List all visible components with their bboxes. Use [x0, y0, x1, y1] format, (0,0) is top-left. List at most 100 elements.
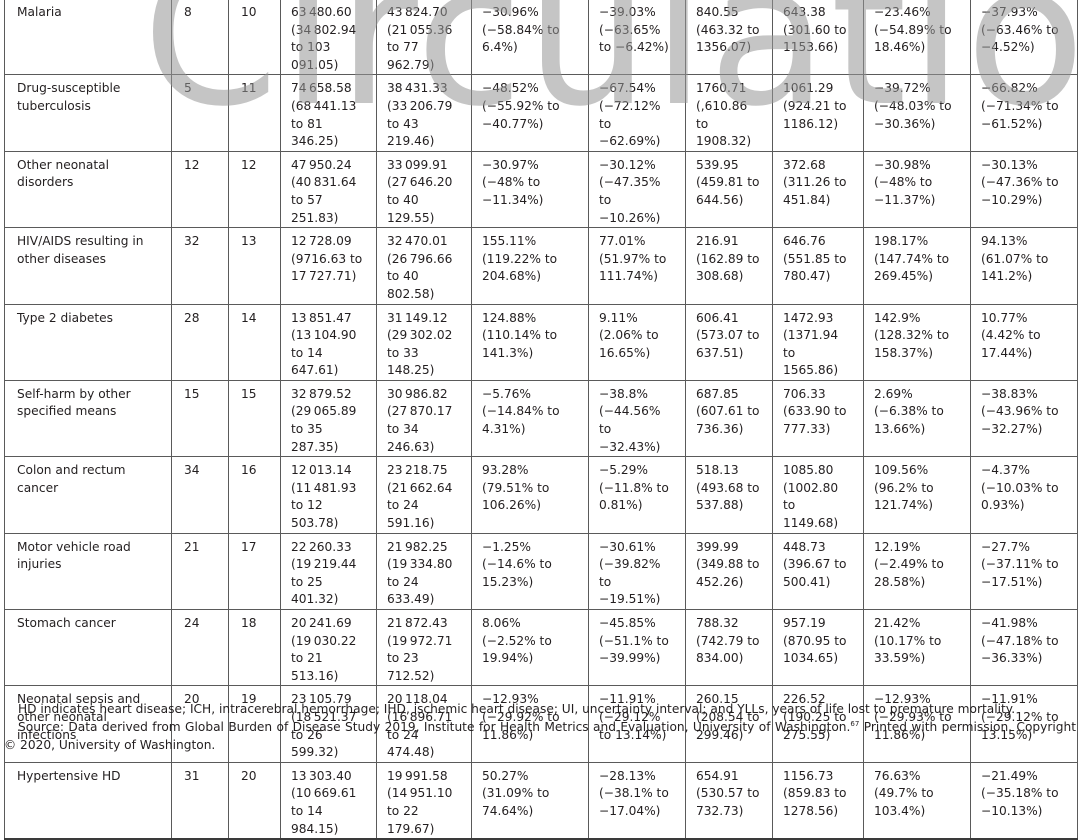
ylls-pct-change-cell: −5.76% (−14.84% to 4.31%)	[471, 379, 589, 458]
ylls-2019-cell: 30 986.82 (27 870.17 to 34 246.63)	[376, 379, 472, 458]
ylls-rate-2019-cell: 706.33 (633.90 to 777.33)	[772, 379, 864, 458]
age-std-pct-change-cell: 109.56% (96.2% to 121.74%)	[863, 456, 971, 534]
ylls-1990-cell: 63 480.60 (34 802.94 to 103 091.05)	[280, 0, 377, 76]
ylls-rate-pct-change-cell: 77.01% (51.97% to 111.74%)	[588, 227, 686, 305]
ylls-1990-cell: 22 260.33 (19 219.44 to 25 401.32)	[280, 532, 377, 611]
rank-1990-cell: 12	[171, 150, 229, 229]
rank-2019-cell: 11	[228, 74, 281, 152]
ylls-rate-1990-cell: 687.85 (607.61 to 736.36)	[685, 379, 773, 458]
rank-2019-cell: 20	[228, 761, 281, 840]
cause-cell: Motor vehicle road injuries	[4, 532, 172, 611]
age-std-pct-change-cell: 76.63% (49.7% to 103.4%)	[863, 761, 971, 840]
ylls-1990-cell: 47 950.24 (40 831.64 to 57 251.83)	[280, 150, 377, 229]
table-row: Type 2 diabetes 28 14 13 851.47 (13 104.90 …	[4, 303, 1078, 381]
ylls-1990-cell: 74 658.58 (68 441.13 to 81 346.25)	[280, 74, 377, 152]
ylls-1990-cell: 20 241.69 (19 030.22 to 21 513.16)	[280, 608, 377, 687]
rank-2019-cell: 14	[228, 303, 281, 381]
ylls-2019-cell: 38 431.33 (33 206.79 to 43 219.46)	[376, 74, 472, 152]
rank-1990-cell: 24	[171, 608, 229, 687]
ylls-2019-cell: 43 824.70 (21 055.36 to 77 962.79)	[376, 0, 472, 76]
rank-2019-cell: 10	[228, 0, 281, 76]
ylls-rate-1990-cell: 788.32 (742.79 to 834.00)	[685, 608, 773, 687]
table-footnotes: HD indicates heart disease; ICH, intrace…	[4, 700, 1076, 754]
ylls-rate-2019-cell: 1061.29 (924.21 to 1186.12)	[772, 74, 864, 152]
ylls-1990-cell: 32 879.52 (29 065.89 to 35 287.35)	[280, 379, 377, 458]
ylls-rate-1990-cell: 606.41 (573.07 to 637.51)	[685, 303, 773, 381]
ylls-pct-change-cell: 93.28% (79.51% to 106.26%)	[471, 456, 589, 534]
source-text: Source: Data derived from Global Burden …	[18, 720, 851, 734]
ylls-rate-pct-change-cell: 9.11% (2.06% to 16.65%)	[588, 303, 686, 381]
ylls-1990-cell: 13 851.47 (13 104.90 to 14 647.61)	[280, 303, 377, 381]
table-row: Drug-susceptible tuberculosis 5 11 74 658.5…	[4, 74, 1078, 152]
rank-1990-cell: 31	[171, 761, 229, 840]
ylls-1990-cell: 12 013.14 (11 481.93 to 12 503.78)	[280, 456, 377, 534]
age-std-rate-pct-change-cell: −27.7% (−37.11% to −17.51%)	[970, 532, 1078, 611]
rank-2019-cell: 12	[228, 150, 281, 229]
ylls-pct-change-cell: 155.11% (119.22% to 204.68%)	[471, 227, 589, 305]
age-std-rate-pct-change-cell: −37.93% (−63.46% to −4.52%)	[970, 0, 1078, 76]
ylls-pct-change-cell: −30.96% (−58.84% to 6.4%)	[471, 0, 589, 76]
rank-1990-cell: 15	[171, 379, 229, 458]
table-row: Colon and rectum cancer 34 16 12 013.14 (11…	[4, 456, 1078, 534]
ylls-2019-cell: 21 872.43 (19 972.71 to 23 712.52)	[376, 608, 472, 687]
table-row: Malaria 8 10 63 480.60 (34 802.94 to 103 09…	[4, 0, 1078, 76]
age-std-pct-change-cell: 198.17% (147.74% to 269.45%)	[863, 227, 971, 305]
ylls-rate-pct-change-cell: −30.61% (−39.82% to −19.51%)	[588, 532, 686, 611]
ylls-2019-cell: 23 218.75 (21 662.64 to 24 591.16)	[376, 456, 472, 534]
ylls-rate-pct-change-cell: −45.85% (−51.1% to −39.99%)	[588, 608, 686, 687]
age-std-rate-pct-change-cell: −41.98% (−47.18% to −36.33%)	[970, 608, 1078, 687]
ylls-pct-change-cell: −48.52% (−55.92% to −40.77%)	[471, 74, 589, 152]
cause-cell: Hypertensive HD	[4, 761, 172, 840]
table-row: Hypertensive HD 31 20 13 303.40 (10 669.61 …	[4, 761, 1078, 840]
age-std-rate-pct-change-cell: −30.13% (−47.36% to −10.29%)	[970, 150, 1078, 229]
age-std-pct-change-cell: −23.46% (−54.89% to 18.46%)	[863, 0, 971, 76]
age-std-rate-pct-change-cell: 10.77% (4.42% to 17.44%)	[970, 303, 1078, 381]
rank-2019-cell: 17	[228, 532, 281, 611]
ylls-rate-1990-cell: 216.91 (162.89 to 308.68)	[685, 227, 773, 305]
rank-2019-cell: 16	[228, 456, 281, 534]
cause-cell: Type 2 diabetes	[4, 303, 172, 381]
reference-superscript: 67	[850, 720, 860, 728]
age-std-pct-change-cell: −39.72% (−48.03% to −30.36%)	[863, 74, 971, 152]
rank-1990-cell: 28	[171, 303, 229, 381]
ylls-rate-1990-cell: 518.13 (493.68 to 537.88)	[685, 456, 773, 534]
age-std-pct-change-cell: 12.19% (−2.49% to 28.58%)	[863, 532, 971, 611]
ylls-rate-2019-cell: 1156.73 (859.83 to 1278.56)	[772, 761, 864, 840]
cause-cell: HIV/AIDS resulting in other diseases	[4, 227, 172, 305]
age-std-pct-change-cell: 142.9% (128.32% to 158.37%)	[863, 303, 971, 381]
ylls-rate-pct-change-cell: −38.8% (−44.56% to −32.43%)	[588, 379, 686, 458]
cause-cell: Stomach cancer	[4, 608, 172, 687]
ylls-rate-1990-cell: 654.91 (530.57 to 732.73)	[685, 761, 773, 840]
age-std-pct-change-cell: −30.98% (−48% to −11.37%)	[863, 150, 971, 229]
ylls-2019-cell: 32 470.01 (26 796.66 to 40 802.58)	[376, 227, 472, 305]
ylls-rate-2019-cell: 1085.80 (1002.80 to 1149.68)	[772, 456, 864, 534]
cause-cell: Malaria	[4, 0, 172, 76]
ylls-rate-1990-cell: 539.95 (459.81 to 644.56)	[685, 150, 773, 229]
age-std-rate-pct-change-cell: −21.49% (−35.18% to −10.13%)	[970, 761, 1078, 840]
table-row: HIV/AIDS resulting in other diseases 32 13…	[4, 227, 1078, 305]
ylls-rate-pct-change-cell: −5.29% (−11.8% to 0.81%)	[588, 456, 686, 534]
ylls-pct-change-cell: −30.97% (−48% to −11.34%)	[471, 150, 589, 229]
ylls-rate-pct-change-cell: −28.13% (−38.1% to −17.04%)	[588, 761, 686, 840]
ylls-rate-2019-cell: 643.38 (301.60 to 1153.66)	[772, 0, 864, 76]
ylls-rate-2019-cell: 646.76 (551.85 to 780.47)	[772, 227, 864, 305]
age-std-pct-change-cell: 21.42% (10.17% to 33.59%)	[863, 608, 971, 687]
ylls-2019-cell: 21 982.25 (19 334.80 to 24 633.49)	[376, 532, 472, 611]
age-std-rate-pct-change-cell: 94.13% (61.07% to 141.2%)	[970, 227, 1078, 305]
ylls-rate-2019-cell: 957.19 (870.95 to 1034.65)	[772, 608, 864, 687]
rank-1990-cell: 34	[171, 456, 229, 534]
rank-2019-cell: 15	[228, 379, 281, 458]
ylls-2019-cell: 33 099.91 (27 646.20 to 40 129.55)	[376, 150, 472, 229]
table-row: Self-harm by other specified means 15 15 32…	[4, 379, 1078, 458]
table-row: Stomach cancer 24 18 20 241.69 (19 030.22 t…	[4, 608, 1078, 687]
cause-cell: Other neonatal disorders	[4, 150, 172, 229]
ylls-rate-2019-cell: 1472.93 (1371.94 to 1565.86)	[772, 303, 864, 381]
ylls-rate-1990-cell: 399.99 (349.88 to 452.26)	[685, 532, 773, 611]
source-note: Source: Data derived from Global Burden …	[4, 718, 1076, 754]
ylls-2019-cell: 31 149.12 (29 302.02 to 33 148.25)	[376, 303, 472, 381]
age-std-rate-pct-change-cell: −38.83% (−43.96% to −32.27%)	[970, 379, 1078, 458]
table-row: Other neonatal disorders 12 12 47 950.24 (4…	[4, 150, 1078, 229]
age-std-rate-pct-change-cell: −4.37% (−10.03% to 0.93%)	[970, 456, 1078, 534]
ylls-pct-change-cell: −1.25% (−14.6% to 15.23%)	[471, 532, 589, 611]
table-row: Motor vehicle road injuries 21 17 22 260.33…	[4, 532, 1078, 611]
